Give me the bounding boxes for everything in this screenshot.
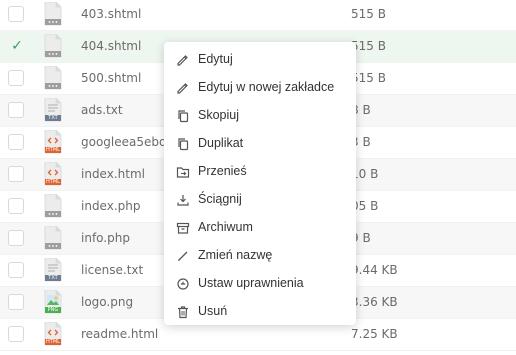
file-icon [44, 193, 62, 218]
file-type-label: TXT [48, 115, 58, 121]
file-size: 515 B [351, 7, 386, 21]
row-checkbox[interactable] [8, 134, 24, 150]
row-checkbox[interactable] [8, 198, 24, 214]
file-name[interactable]: index.php [81, 199, 140, 213]
png-file-icon: PNG [44, 289, 62, 314]
row-checkbox[interactable] [8, 70, 24, 86]
row-checkbox[interactable] [8, 166, 24, 182]
menu-item-edit[interactable]: Edytuj [164, 46, 356, 74]
txt-file-icon: TXT [44, 257, 62, 282]
menu-item-copy[interactable]: Skopiuj [164, 102, 356, 130]
file-icon [44, 1, 62, 26]
menu-item-label: Duplikat [198, 136, 244, 150]
menu-item-label: Usuń [198, 304, 228, 318]
menu-item-label: Zmień nazwę [198, 248, 273, 262]
file-size: 7.25 KB [351, 327, 398, 341]
file-icon [44, 65, 62, 90]
file-name[interactable]: 404.shtml [81, 39, 141, 53]
context-menu: Edytuj Edytuj w nowej zakładce Skopiuj Dupl… [164, 42, 356, 325]
file-type-label: PNG [47, 307, 59, 313]
file-type-label: HTML [46, 339, 60, 345]
html-file-icon: HTML [44, 161, 62, 186]
menu-item-duplicate[interactable]: Duplikat [164, 130, 356, 158]
file-type-label: HTML [46, 179, 60, 185]
file-row[interactable]: 403.shtml 515 B [0, 0, 516, 31]
duplicate-icon [176, 137, 190, 151]
menu-item-download[interactable]: Ściągnij [164, 186, 356, 214]
archive-icon [176, 221, 190, 235]
permissions-icon [176, 277, 190, 291]
menu-item-label: Edytuj [198, 52, 233, 66]
file-name[interactable]: 403.shtml [81, 7, 141, 21]
edit-icon [176, 53, 190, 67]
menu-item-rename[interactable]: Zmień nazwę [164, 242, 356, 270]
file-name[interactable]: info.php [81, 231, 130, 245]
file-name[interactable]: readme.html [81, 327, 158, 341]
row-checkbox[interactable] [8, 262, 24, 278]
file-size: 515 B [351, 39, 386, 53]
file-size: 3.36 KB [351, 295, 398, 309]
row-checkbox[interactable] [8, 326, 24, 342]
txt-file-icon: TXT [44, 97, 62, 122]
menu-item-trash[interactable]: Usuń [164, 298, 356, 326]
menu-item-label: Ściągnij [198, 192, 242, 206]
file-name[interactable]: googleea5ebd [81, 135, 167, 149]
menu-item-label: Archiwum [198, 220, 253, 234]
file-size: 9.44 KB [351, 263, 398, 277]
html-file-icon: HTML [44, 321, 62, 346]
trash-icon [176, 305, 190, 319]
menu-item-archive[interactable]: Archiwum [164, 214, 356, 242]
file-name[interactable]: license.txt [81, 263, 143, 277]
menu-item-label: Skopiuj [198, 108, 239, 122]
menu-item-move[interactable]: Przenieś [164, 158, 356, 186]
file-icon [44, 33, 62, 58]
file-icon [44, 225, 62, 250]
file-type-label: HTML [46, 147, 60, 153]
menu-item-label: Edytuj w nowej zakładce [198, 80, 335, 94]
row-checkbox[interactable] [8, 294, 24, 310]
row-checkbox[interactable] [8, 6, 24, 22]
file-name[interactable]: 500.shtml [81, 71, 141, 85]
row-checkbox[interactable] [8, 230, 24, 246]
html-file-icon: HTML [44, 129, 62, 154]
menu-item-edit-new-tab[interactable]: Edytuj w nowej zakładce [164, 74, 356, 102]
file-size: 515 B [351, 71, 386, 85]
download-icon [176, 193, 190, 207]
menu-item-label: Ustaw uprawnienia [198, 276, 304, 290]
file-name[interactable]: ads.txt [81, 103, 123, 117]
file-type-label: TXT [48, 275, 58, 281]
menu-item-label: Przenieś [198, 164, 247, 178]
row-checkbox[interactable] [8, 102, 24, 118]
file-name[interactable]: logo.png [81, 295, 133, 309]
copy-icon [176, 109, 190, 123]
edit-new-tab-icon [176, 81, 190, 95]
move-icon [176, 165, 190, 179]
file-name[interactable]: index.html [81, 167, 145, 181]
menu-item-permissions[interactable]: Ustaw uprawnienia [164, 270, 356, 298]
rename-icon [176, 249, 190, 263]
checkmark-icon[interactable]: ✓ [10, 38, 24, 54]
